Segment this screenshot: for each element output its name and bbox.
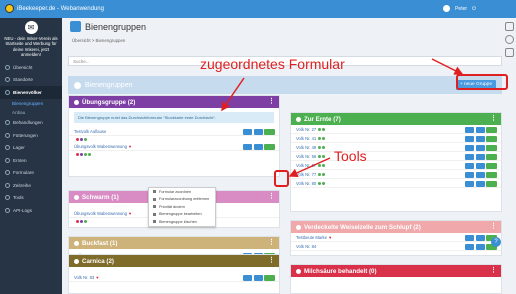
arrow-to-info [221,77,245,112]
annotation-arrows [221,58,464,178]
arrow-to-new-button [431,58,464,75]
arrow-to-tools [288,157,331,178]
